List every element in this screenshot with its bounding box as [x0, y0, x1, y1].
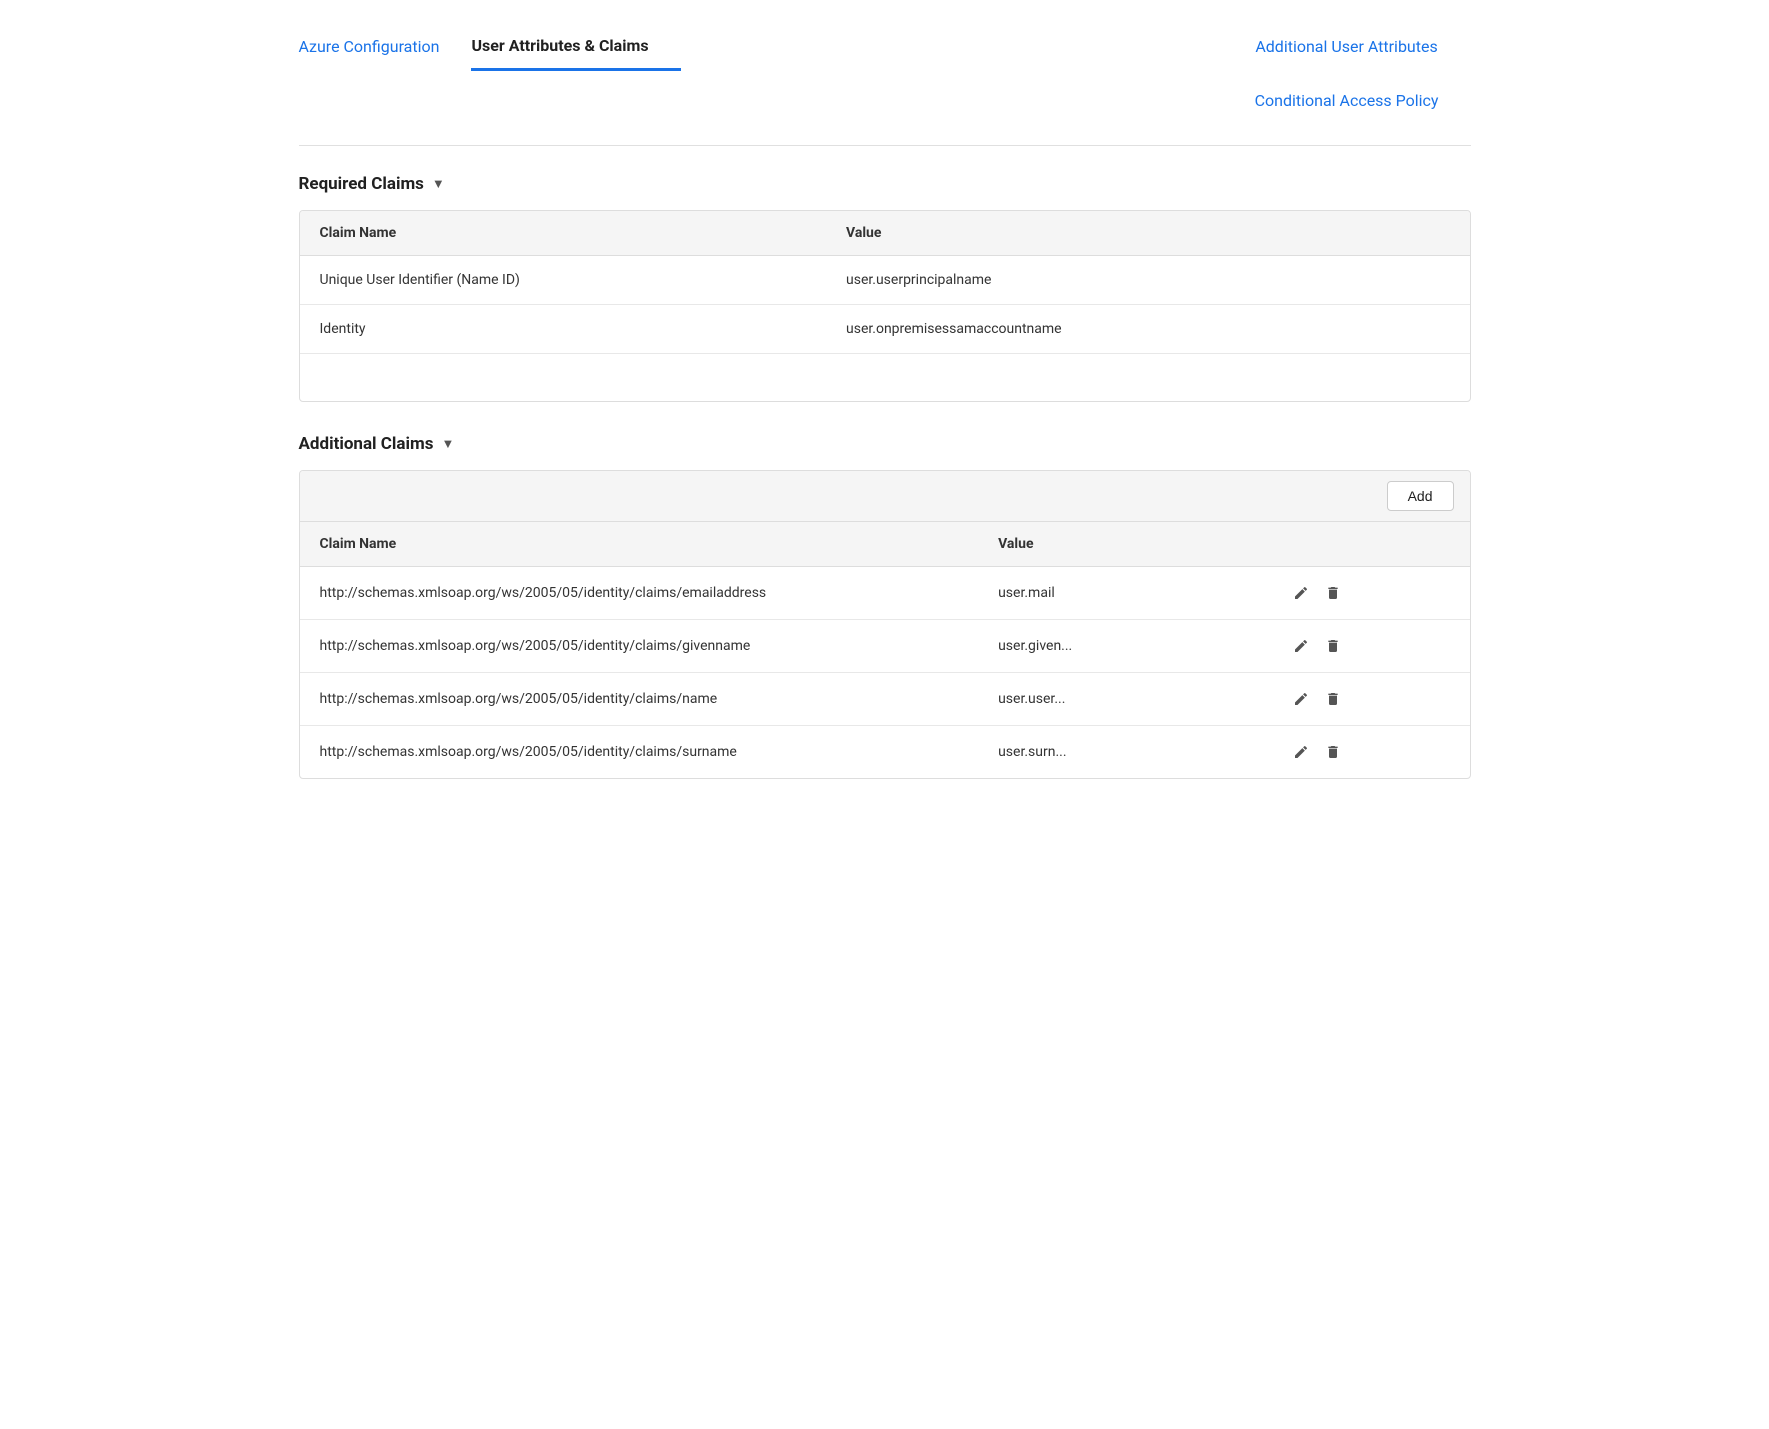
- additional-claim-actions-0: [1271, 567, 1470, 620]
- nav-conditional-access-policy[interactable]: Conditional Access Policy: [1255, 74, 1471, 128]
- additional-claim-value-1: user.given...: [978, 620, 1271, 673]
- additional-claim-actions-2: [1271, 673, 1470, 726]
- trash-icon: [1325, 744, 1341, 760]
- nav-right-group: Additional User Attributes Conditional A…: [1223, 20, 1471, 145]
- additional-claims-header[interactable]: Additional Claims ▼: [299, 434, 1471, 454]
- additional-claim-name-0: http://schemas.xmlsoap.org/ws/2005/05/id…: [300, 567, 979, 620]
- required-claims-thead: Claim Name Value: [300, 211, 1470, 256]
- additional-claim-actions-3: [1271, 726, 1470, 779]
- additional-claims-chevron: ▼: [441, 436, 454, 452]
- trash-icon: [1325, 585, 1341, 601]
- table-row: http://schemas.xmlsoap.org/ws/2005/05/id…: [300, 567, 1470, 620]
- pencil-icon: [1293, 744, 1309, 760]
- additional-claims-header-row: Claim Name Value: [300, 522, 1470, 567]
- additional-claims-col-value: Value: [978, 522, 1271, 567]
- required-claims-col-name: Claim Name: [300, 211, 827, 256]
- required-claims-tbody: Unique User Identifier (Name ID) user.us…: [300, 255, 1470, 401]
- actions-cell: [1291, 636, 1450, 656]
- actions-cell: [1291, 689, 1450, 709]
- additional-claims-col-actions: [1271, 522, 1470, 567]
- edit-button-2[interactable]: [1291, 689, 1311, 709]
- table-row: http://schemas.xmlsoap.org/ws/2005/05/id…: [300, 620, 1470, 673]
- delete-button-0[interactable]: [1323, 583, 1343, 603]
- required-claim-name-0: Unique User Identifier (Name ID): [300, 255, 827, 304]
- trash-icon: [1325, 638, 1341, 654]
- additional-claim-value-2: user.user...: [978, 673, 1271, 726]
- required-claim-value-1: user.onpremisessamaccountname: [826, 304, 1470, 353]
- additional-claim-name-2: http://schemas.xmlsoap.org/ws/2005/05/id…: [300, 673, 979, 726]
- edit-button-3[interactable]: [1291, 742, 1311, 762]
- additional-claims-tbody: http://schemas.xmlsoap.org/ws/2005/05/id…: [300, 567, 1470, 779]
- table-row: Unique User Identifier (Name ID) user.us…: [300, 255, 1470, 304]
- additional-claim-actions-1: [1271, 620, 1470, 673]
- additional-claim-name-3: http://schemas.xmlsoap.org/ws/2005/05/id…: [300, 726, 979, 779]
- additional-claims-table: Claim Name Value http://schemas.xmlsoap.…: [300, 522, 1470, 778]
- additional-claims-thead: Claim Name Value: [300, 522, 1470, 567]
- required-claims-col-value: Value: [826, 211, 1470, 256]
- table-row-empty: [300, 353, 1470, 401]
- pencil-icon: [1293, 691, 1309, 707]
- actions-cell: [1291, 742, 1450, 762]
- additional-claim-value-0: user.mail: [978, 567, 1271, 620]
- delete-button-2[interactable]: [1323, 689, 1343, 709]
- nav-additional-user-attributes[interactable]: Additional User Attributes: [1255, 20, 1469, 74]
- nav-user-attributes-claims[interactable]: User Attributes & Claims: [471, 20, 680, 71]
- table-row: Identity user.onpremisessamaccountname: [300, 304, 1470, 353]
- pencil-icon: [1293, 638, 1309, 654]
- required-claims-title: Required Claims: [299, 174, 424, 194]
- required-claim-name-1: Identity: [300, 304, 827, 353]
- required-claims-header[interactable]: Required Claims ▼: [299, 174, 1471, 194]
- delete-button-3[interactable]: [1323, 742, 1343, 762]
- additional-claims-toolbar: Add: [300, 471, 1470, 522]
- edit-button-0[interactable]: [1291, 583, 1311, 603]
- additional-claim-value-3: user.surn...: [978, 726, 1271, 779]
- additional-claim-name-1: http://schemas.xmlsoap.org/ws/2005/05/id…: [300, 620, 979, 673]
- delete-button-1[interactable]: [1323, 636, 1343, 656]
- table-row: http://schemas.xmlsoap.org/ws/2005/05/id…: [300, 673, 1470, 726]
- edit-button-1[interactable]: [1291, 636, 1311, 656]
- add-button[interactable]: Add: [1387, 481, 1454, 511]
- additional-claims-col-name: Claim Name: [300, 522, 979, 567]
- table-row: http://schemas.xmlsoap.org/ws/2005/05/id…: [300, 726, 1470, 779]
- trash-icon: [1325, 691, 1341, 707]
- additional-claims-title: Additional Claims: [299, 434, 434, 454]
- pencil-icon: [1293, 585, 1309, 601]
- required-claims-table: Claim Name Value Unique User Identifier …: [300, 211, 1470, 402]
- nav-azure-configuration[interactable]: Azure Configuration: [299, 20, 472, 74]
- actions-cell: [1291, 583, 1450, 603]
- required-claims-header-row: Claim Name Value: [300, 211, 1470, 256]
- required-claims-table-wrapper: Claim Name Value Unique User Identifier …: [299, 210, 1471, 403]
- top-nav: Azure Configuration User Attributes & Cl…: [299, 20, 1471, 146]
- required-claims-chevron: ▼: [432, 176, 445, 192]
- page-wrapper: Azure Configuration User Attributes & Cl…: [275, 0, 1495, 831]
- required-claim-value-0: user.userprincipalname: [826, 255, 1470, 304]
- additional-claims-table-wrapper: Add Claim Name Value http://schemas.xmls…: [299, 470, 1471, 779]
